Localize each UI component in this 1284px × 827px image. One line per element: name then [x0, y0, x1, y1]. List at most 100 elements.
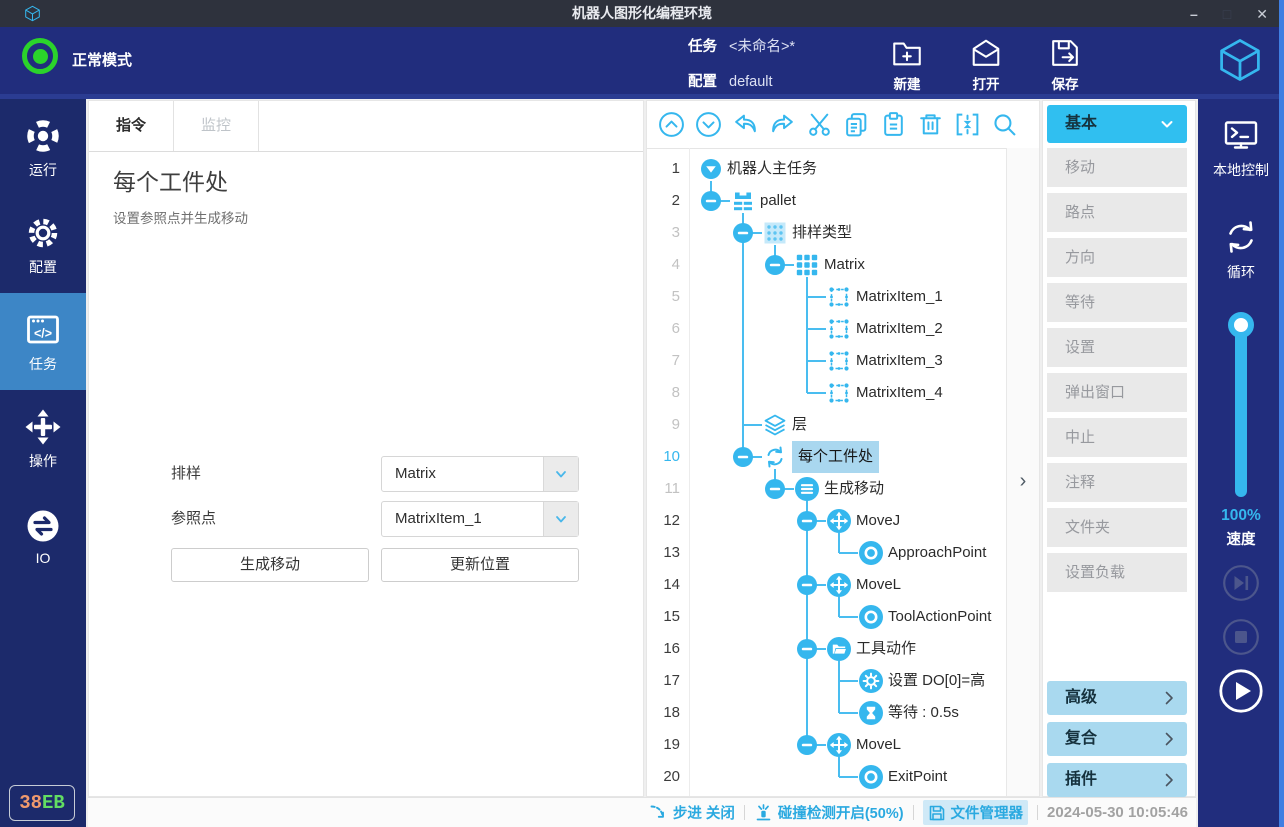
- brand-logo-icon: [1217, 37, 1263, 83]
- palette-category-1[interactable]: 复合: [1047, 722, 1187, 756]
- palette-item-2[interactable]: 方向: [1047, 238, 1187, 277]
- close-button[interactable]: ✕: [1256, 7, 1268, 21]
- tab-instruction[interactable]: 指令: [89, 101, 174, 151]
- sidebar-item-operate[interactable]: 操作: [0, 390, 86, 487]
- status-badge: 38EB: [9, 785, 75, 821]
- collapse-minus-icon[interactable]: [796, 638, 818, 660]
- paste-icon[interactable]: [880, 111, 907, 138]
- step-icon: [649, 803, 668, 822]
- palette-item-3[interactable]: 等待: [1047, 283, 1187, 322]
- line-number: 12: [650, 505, 680, 537]
- foreach-loop-icon: [762, 444, 788, 470]
- tree-node-movel[interactable]: MoveL: [689, 729, 1007, 761]
- sidebar-item-run[interactable]: 运行: [0, 99, 86, 196]
- move-up-icon[interactable]: [658, 111, 685, 138]
- open-task-button[interactable]: 打开: [962, 34, 1010, 93]
- skip-next-button[interactable]: [1222, 564, 1260, 607]
- move-down-icon[interactable]: [695, 111, 722, 138]
- sidebar-item-config[interactable]: 配置: [0, 196, 86, 293]
- tree-node--0-5s[interactable]: 等待 : 0.5s: [689, 697, 1007, 729]
- speed-slider-knob[interactable]: [1228, 312, 1254, 338]
- tree-node-movel[interactable]: MoveL: [689, 569, 1007, 601]
- collapse-minus-icon[interactable]: [796, 734, 818, 756]
- save-task-button[interactable]: 保存: [1041, 34, 1089, 93]
- palette-category-basic[interactable]: 基本: [1047, 105, 1187, 143]
- pattern-dropdown[interactable]: Matrix: [381, 456, 579, 492]
- collapse-minus-icon[interactable]: [796, 574, 818, 596]
- status-item-1[interactable]: 碰撞检测开启(50%): [754, 802, 904, 823]
- cycle-button[interactable]: 循环: [1198, 215, 1284, 282]
- palette-category-0[interactable]: 高级: [1047, 681, 1187, 715]
- collapse-minus-icon[interactable]: [796, 510, 818, 532]
- cut-icon[interactable]: [806, 111, 833, 138]
- collapse-minus-icon[interactable]: [732, 446, 754, 468]
- tree-node-toolactionpoint[interactable]: ToolActionPoint: [689, 601, 1007, 633]
- tree-node--do-0-[interactable]: 设置 DO[0]=高: [689, 665, 1007, 697]
- delete-icon[interactable]: [917, 111, 944, 138]
- move-icon: [826, 508, 852, 534]
- status-item-2[interactable]: 文件管理器: [923, 800, 1029, 825]
- layers-icon: [762, 412, 788, 438]
- palette-item-4[interactable]: 设置: [1047, 328, 1187, 367]
- sidebar-item-task[interactable]: </>任务: [0, 293, 86, 390]
- tree-node-matrixitem_4[interactable]: MatrixItem_4: [689, 377, 1007, 409]
- collapse-all-icon[interactable]: [954, 111, 981, 138]
- reference-dropdown[interactable]: MatrixItem_1: [381, 501, 579, 537]
- chevron-down-icon[interactable]: [543, 502, 578, 536]
- line-number: 13: [650, 537, 680, 569]
- generate-move-button[interactable]: 生成移动: [171, 548, 369, 582]
- collapse-minus-icon[interactable]: [764, 254, 786, 276]
- copy-icon[interactable]: [843, 111, 870, 138]
- palette-category-2[interactable]: 插件: [1047, 763, 1187, 797]
- stop-button[interactable]: [1222, 618, 1260, 661]
- palette-item-9[interactable]: 设置负载: [1047, 553, 1187, 592]
- collapse-triangle-icon[interactable]: [700, 158, 722, 180]
- waypoint-icon: [858, 604, 884, 630]
- tree-node--[interactable]: 每个工件处: [689, 441, 1007, 473]
- palette-item-8[interactable]: 文件夹: [1047, 508, 1187, 547]
- line-number: 5: [650, 281, 680, 313]
- tree-node--[interactable]: 层: [689, 409, 1007, 441]
- minimize-button[interactable]: –: [1190, 7, 1198, 21]
- collapse-minus-icon[interactable]: [700, 190, 722, 212]
- new-task-button[interactable]: 新建: [883, 34, 931, 93]
- speed-slider-track[interactable]: [1235, 325, 1247, 497]
- tree-node-matrixitem_3[interactable]: MatrixItem_3: [689, 345, 1007, 377]
- tree-node--[interactable]: 机器人主任务: [689, 153, 1007, 185]
- undo-icon[interactable]: [732, 111, 759, 138]
- redo-icon[interactable]: [769, 111, 796, 138]
- collapse-minus-icon[interactable]: [732, 222, 754, 244]
- tree-node-label: Matrix: [824, 249, 865, 281]
- play-button[interactable]: [1218, 668, 1264, 719]
- tree-node-pallet[interactable]: pallet: [689, 185, 1007, 217]
- palette-item-1[interactable]: 路点: [1047, 193, 1187, 232]
- tree-node-matrixitem_2[interactable]: MatrixItem_2: [689, 313, 1007, 345]
- sidebar-item-label: 操作: [29, 451, 57, 471]
- status-item-0[interactable]: 步进 关闭: [649, 802, 735, 823]
- palette-item-0[interactable]: 移动: [1047, 148, 1187, 187]
- config-row: 配置default: [688, 72, 773, 92]
- tree-node--[interactable]: 生成移动: [689, 473, 1007, 505]
- tree-node-matrix[interactable]: Matrix: [689, 249, 1007, 281]
- collapse-minus-icon[interactable]: [764, 478, 786, 500]
- chevron-down-icon[interactable]: [543, 457, 578, 491]
- sidebar-item-io[interactable]: IO: [0, 487, 86, 584]
- tab-monitor[interactable]: 监控: [174, 101, 259, 151]
- right-sidebar: 本地控制循环 100% 速度: [1198, 99, 1284, 827]
- line-number: 6: [650, 313, 680, 345]
- tree-node--[interactable]: 工具动作: [689, 633, 1007, 665]
- expand-panel-handle[interactable]: ›: [1007, 470, 1039, 493]
- tree-node-matrixitem_1[interactable]: MatrixItem_1: [689, 281, 1007, 313]
- update-position-button[interactable]: 更新位置: [381, 548, 579, 582]
- tree-node-exitpoint[interactable]: ExitPoint: [689, 761, 1007, 793]
- palette-item-6[interactable]: 中止: [1047, 418, 1187, 457]
- local-control-button[interactable]: 本地控制: [1198, 113, 1284, 180]
- palette-item-7[interactable]: 注释: [1047, 463, 1187, 502]
- palette-item-5[interactable]: 弹出窗口: [1047, 373, 1187, 412]
- tree-node--[interactable]: 排样类型: [689, 217, 1007, 249]
- maximize-button[interactable]: □: [1223, 7, 1231, 21]
- search-icon[interactable]: [991, 111, 1018, 138]
- tree-node-movej[interactable]: MoveJ: [689, 505, 1007, 537]
- tree-node-approachpoint[interactable]: ApproachPoint: [689, 537, 1007, 569]
- collision-icon: [754, 803, 773, 822]
